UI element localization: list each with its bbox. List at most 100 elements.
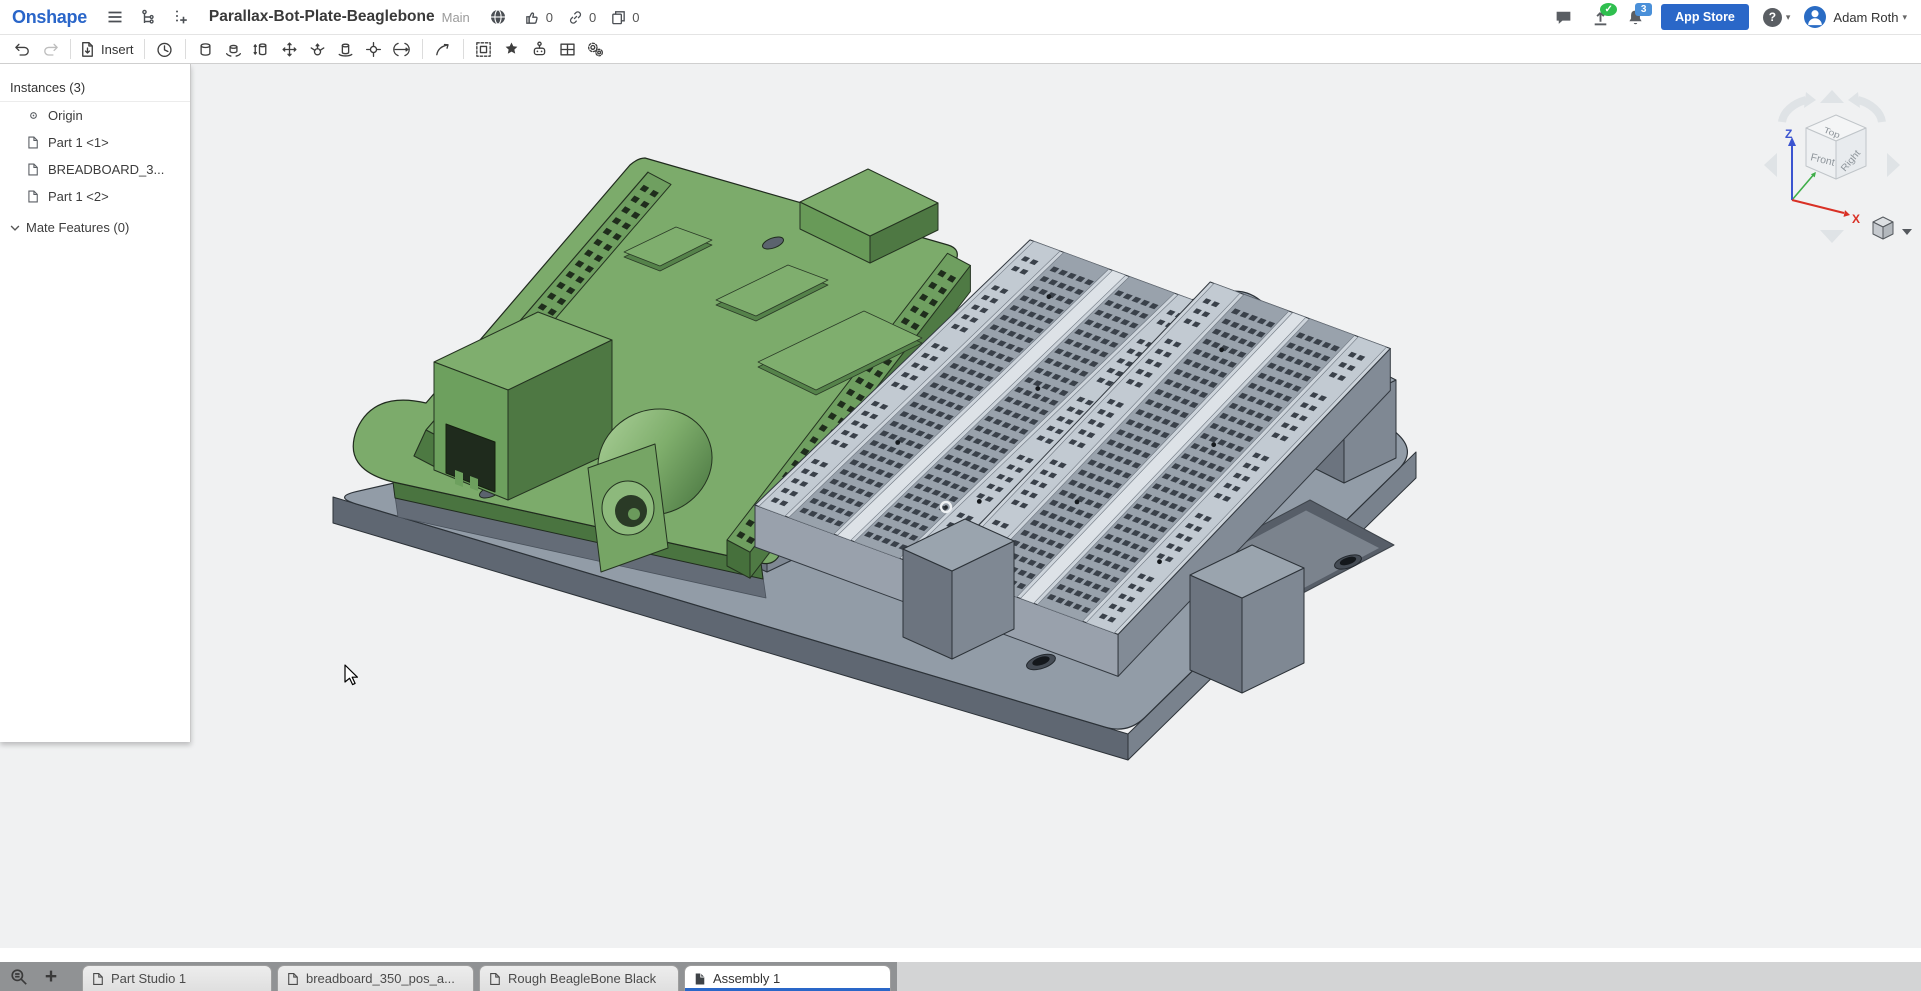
app-store-button[interactable]: App Store [1661, 4, 1749, 30]
tab-label: Rough BeagleBone Black [508, 971, 656, 986]
instance-label: Part 1 <2> [48, 189, 109, 204]
instance-label: BREADBOARD_3... [48, 162, 164, 177]
onshape-logo[interactable]: Onshape [12, 7, 87, 28]
tangent-mate-button[interactable] [389, 37, 415, 61]
like-counter[interactable]: 0 [524, 9, 553, 26]
fastened-mate-button[interactable] [193, 37, 219, 61]
help-menu[interactable]: ? ▾ [1763, 8, 1791, 27]
tab-strip-empty-area [897, 962, 1921, 991]
help-icon: ? [1763, 8, 1782, 27]
link-counter[interactable]: 0 [567, 9, 596, 26]
x-axis-label: X [1852, 212, 1860, 226]
assembly-toolbar: Insert [0, 35, 1921, 64]
cylindrical-mate-button[interactable] [333, 37, 359, 61]
instance-label: Origin [48, 108, 83, 123]
notifications-button[interactable]: 3 [1626, 8, 1645, 27]
user-name: Adam Roth [1833, 10, 1898, 25]
tab-label: breadboard_350_pos_a... [306, 971, 455, 986]
like-count: 0 [546, 10, 553, 25]
origin-icon [26, 108, 42, 124]
tab-part-studio-1[interactable]: Part Studio 1 [82, 965, 272, 991]
tangent-mate-icon [392, 40, 411, 59]
document-title[interactable]: Parallax-Bot-Plate-Beaglebone [209, 8, 435, 26]
pin-slot-mate-icon [364, 40, 383, 59]
replicate-button[interactable] [527, 37, 553, 61]
history-button[interactable] [152, 37, 178, 61]
mate-features-header[interactable]: Mate Features (0) [0, 214, 190, 241]
instance-item-part-1-2[interactable]: Part 1 <2> [0, 183, 190, 210]
insert-button[interactable]: Insert [78, 37, 137, 61]
ball-mate-button[interactable] [305, 37, 331, 61]
tab-rough-beaglebone-black[interactable]: Rough BeagleBone Black [479, 965, 679, 991]
tab-bar-spacer [0, 948, 1921, 962]
instance-label: Part 1 <1> [48, 135, 109, 150]
comments-icon[interactable] [1551, 5, 1575, 29]
group-button[interactable] [471, 37, 497, 61]
tab-breadboard-350-pos-a[interactable]: breadboard_350_pos_a... [277, 965, 474, 991]
revolute-mate-icon [224, 40, 243, 59]
instance-item-breadboard-3[interactable]: BREADBOARD_3... [0, 156, 190, 183]
planar-mate-icon [280, 40, 299, 59]
chevron-down-icon[interactable] [8, 221, 22, 235]
cylindrical-mate-icon [336, 40, 355, 59]
instance-item-part-1-1[interactable]: Part 1 <1> [0, 129, 190, 156]
named-positions-button[interactable] [555, 37, 581, 61]
follow-document-icon[interactable] [169, 5, 193, 29]
copy-count: 0 [632, 10, 639, 25]
mate-connector-button[interactable] [499, 37, 525, 61]
toolbar-divider [144, 39, 145, 59]
instance-item-origin[interactable]: Origin [0, 102, 190, 129]
assembly-3d-view[interactable] [0, 64, 1921, 948]
instances-header: Instances (3) [0, 64, 190, 102]
upload-check-badge: ✓ [1600, 3, 1617, 16]
share-status-button[interactable]: ✓ [1591, 8, 1610, 27]
part-studio-icon [488, 972, 502, 986]
versions-icon[interactable] [137, 5, 161, 29]
view-cube[interactable]: Y Top Front Right Z X [1740, 76, 1921, 248]
redo-button[interactable] [37, 37, 63, 61]
fastened-mate-icon [196, 40, 215, 59]
pin-slot-mate-button[interactable] [361, 37, 387, 61]
add-tab-icon[interactable]: + [40, 966, 62, 988]
history-icon [155, 40, 174, 59]
tab-label: Assembly 1 [713, 971, 780, 986]
public-globe-icon[interactable] [486, 5, 510, 29]
group-icon [474, 40, 493, 59]
manage-tabs-icon[interactable] [8, 966, 30, 988]
user-menu[interactable]: Adam Roth ▾ [1790, 6, 1907, 28]
view-options-cube-icon[interactable] [1873, 217, 1893, 239]
tab-assembly-1[interactable]: Assembly 1 [684, 965, 891, 991]
link-count: 0 [589, 10, 596, 25]
gear-relation-button[interactable] [583, 37, 609, 61]
app-header: Onshape Parallax-Bot-Plate-Beaglebone Ma… [0, 0, 1921, 35]
slider-mate-button[interactable] [249, 37, 275, 61]
hamburger-menu-icon[interactable] [103, 5, 127, 29]
named-positions-icon [558, 40, 577, 59]
tab-label: Part Studio 1 [111, 971, 186, 986]
undo-button[interactable] [9, 37, 35, 61]
replicate-icon [530, 40, 549, 59]
snap-mode-icon [433, 40, 452, 59]
assembly-icon [693, 972, 707, 986]
document-tabs: Part Studio 1 breadboard_350_pos_a... Ro… [82, 965, 891, 991]
copy-counter[interactable]: 0 [610, 9, 639, 26]
toolbar-divider [70, 39, 71, 59]
link-icon [567, 9, 584, 26]
branch-name[interactable]: Main [442, 10, 470, 25]
copies-icon [610, 9, 627, 26]
revolute-mate-button[interactable] [221, 37, 247, 61]
snap-mode-button[interactable] [430, 37, 456, 61]
part-icon [26, 189, 42, 205]
x-axis: X [1792, 200, 1860, 226]
planar-mate-button[interactable] [277, 37, 303, 61]
instances-panel: Instances (3) Origin Part 1 <1> BREADBOA… [0, 64, 191, 742]
toolbar-divider [422, 39, 423, 59]
view-options-caret-icon[interactable] [1902, 229, 1912, 235]
z-axis: Z [1785, 127, 1796, 200]
part-studio-icon [91, 972, 105, 986]
part-studio-icon [286, 972, 300, 986]
toolbar-button-label: Insert [101, 42, 134, 57]
z-axis-label: Z [1785, 127, 1792, 141]
view-cube-body[interactable] [1806, 115, 1866, 179]
instances-list: Origin Part 1 <1> BREADBOARD_3... Part 1… [0, 102, 190, 210]
